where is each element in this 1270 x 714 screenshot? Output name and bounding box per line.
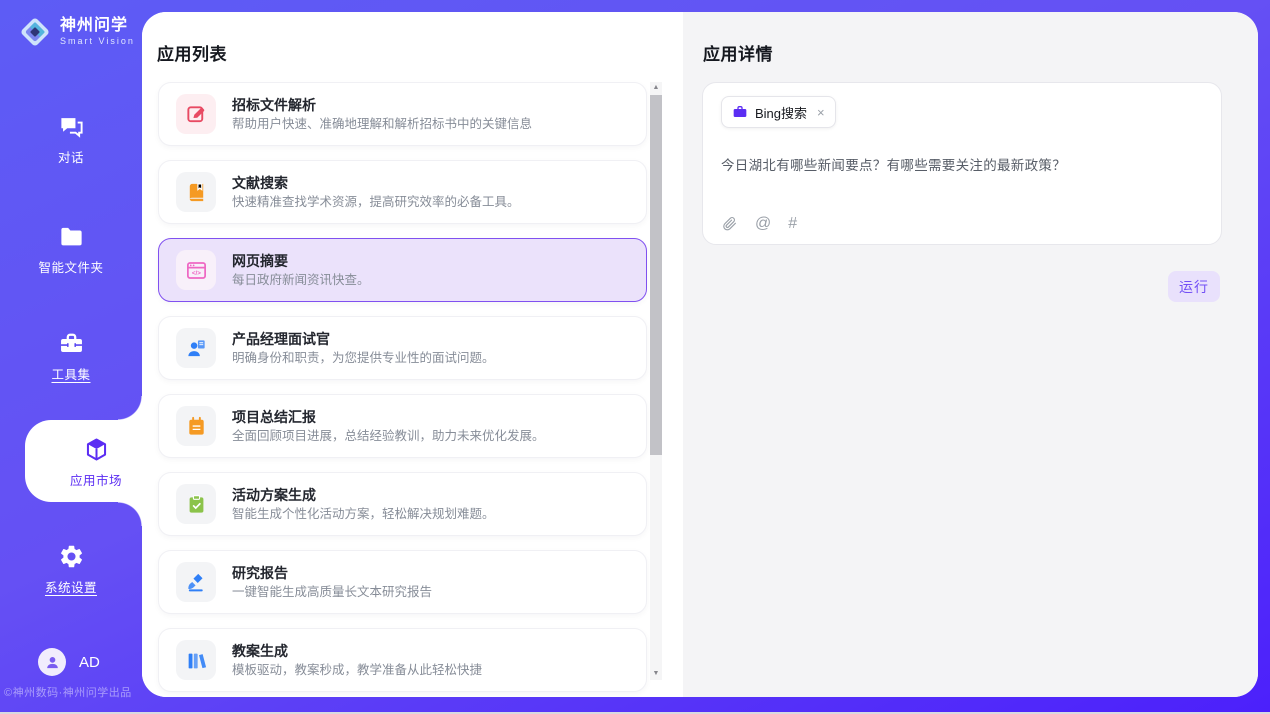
app-card-list: 招标文件解析帮助用户快速、准确地理解和解析招标书中的关键信息文献搜索快速精准查找… xyxy=(158,82,647,697)
microscope-icon xyxy=(176,562,216,602)
user-initials: AD xyxy=(79,654,100,671)
tool-chip-bing-search[interactable]: Bing搜索 × xyxy=(721,96,836,128)
scrollbar-down-arrow[interactable]: ▼ xyxy=(650,668,662,680)
sidebar-item-label: 系统设置 xyxy=(45,577,97,596)
app-description: 模板驱动，教案秒成，教学准备从此轻松快捷 xyxy=(232,664,482,677)
app-card-1[interactable]: 招标文件解析帮助用户快速、准确地理解和解析招标书中的关键信息 xyxy=(158,82,647,146)
app-card-2[interactable]: 文献搜索快速精准查找学术资源，提高研究效率的必备工具。 xyxy=(158,160,647,224)
app-description: 帮助用户快速、准确地理解和解析招标书中的关键信息 xyxy=(232,118,532,131)
app-name: 活动方案生成 xyxy=(232,488,495,502)
app-description: 快速精准查找学术资源，提高研究效率的必备工具。 xyxy=(232,196,520,209)
scrollbar[interactable]: ▲ ▼ xyxy=(650,82,662,680)
app-name: 文献搜索 xyxy=(232,176,520,190)
active-nav-highlight: 应用市场 xyxy=(25,420,142,502)
app-card-7[interactable]: 研究报告一键智能生成高质量长文本研究报告 xyxy=(158,550,647,614)
sidebar-item-chat[interactable]: 对话 xyxy=(0,113,142,166)
brand: 神州问学 Smart Vision xyxy=(18,14,135,50)
app-card-8[interactable]: 教案生成模板驱动，教案秒成，教学准备从此轻松快捷 xyxy=(158,628,647,692)
app-card-4[interactable]: 产品经理面试官明确身份和职责，为您提供专业性的面试问题。 xyxy=(158,316,647,380)
scrollbar-thumb[interactable] xyxy=(650,95,662,455)
sidebar-item-smart-folder[interactable]: 智能文件夹 xyxy=(0,223,142,276)
app-description: 全面回顾项目进展，总结经验教训，助力未来优化发展。 xyxy=(232,430,545,443)
gear-icon xyxy=(58,543,85,570)
copyright-footer: ©神州数码·神州问学出品 xyxy=(4,684,154,700)
tool-chip-label: Bing搜索 xyxy=(755,103,807,122)
app-name: 招标文件解析 xyxy=(232,98,532,112)
app-description: 每日政府新闻资讯快查。 xyxy=(232,274,370,287)
browser-code-icon: </> xyxy=(176,250,216,290)
app-card-6[interactable]: 活动方案生成智能生成个性化活动方案，轻松解决规划难题。 xyxy=(158,472,647,536)
sidebar: 神州问学 Smart Vision 对话智能文件夹工具集应用市场系统设置 AD … xyxy=(0,0,142,714)
attachment-toolbar: @ # xyxy=(721,215,1203,232)
sidebar-item-toolset[interactable]: 工具集 xyxy=(0,330,142,383)
books-icon xyxy=(176,640,216,680)
content-frame: 应用列表 招标文件解析帮助用户快速、准确地理解和解析招标书中的关键信息文献搜索快… xyxy=(142,12,1258,697)
paperclip-icon[interactable] xyxy=(721,215,738,232)
app-name: 教案生成 xyxy=(232,644,482,658)
avatar xyxy=(38,648,66,676)
sidebar-item-label: 智能文件夹 xyxy=(38,257,103,276)
prompt-card: Bing搜索 × 今日湖北有哪些新闻要点？有哪些需要关注的最新政策？ @ # xyxy=(702,82,1222,245)
cube-icon xyxy=(83,436,110,463)
app-detail-title: 应用详情 xyxy=(703,40,773,65)
scrollbar-up-arrow[interactable]: ▲ xyxy=(650,82,662,94)
user-account[interactable]: AD xyxy=(38,648,100,676)
folder-icon xyxy=(58,223,85,250)
interviewer-icon xyxy=(176,328,216,368)
prompt-input[interactable]: 今日湖北有哪些新闻要点？有哪些需要关注的最新政策？ xyxy=(721,154,1203,174)
brand-tagline: Smart Vision xyxy=(60,37,135,47)
at-sign-icon[interactable]: @ xyxy=(755,216,771,232)
notepad-icon xyxy=(176,406,216,446)
app-detail-panel: 应用详情 Bing搜索 × 今日湖北有哪些新闻要点？有哪些需要关注的最新政策？ … xyxy=(683,12,1258,697)
sidebar-item-label: 工具集 xyxy=(51,364,90,383)
app-description: 一键智能生成高质量长文本研究报告 xyxy=(232,586,432,599)
chip-close-icon[interactable]: × xyxy=(817,106,825,119)
person-icon xyxy=(44,654,61,671)
sidebar-item-settings[interactable]: 系统设置 xyxy=(0,543,142,596)
hash-icon[interactable]: # xyxy=(788,216,797,232)
book-icon xyxy=(176,172,216,212)
sidebar-item-label: 对话 xyxy=(58,147,84,166)
briefcase-icon xyxy=(732,104,748,120)
sidebar-item-label: 应用市场 xyxy=(70,470,122,489)
app-name: 产品经理面试官 xyxy=(232,332,495,346)
app-list-panel: 应用列表 招标文件解析帮助用户快速、准确地理解和解析招标书中的关键信息文献搜索快… xyxy=(142,12,683,697)
app-description: 智能生成个性化活动方案，轻松解决规划难题。 xyxy=(232,508,495,521)
run-button[interactable]: 运行 xyxy=(1168,271,1220,302)
brand-logo-icon xyxy=(18,14,52,50)
app-name: 项目总结汇报 xyxy=(232,410,545,424)
toolbox-icon xyxy=(58,330,85,357)
svg-text:</>: </> xyxy=(191,270,200,277)
app-list-title: 应用列表 xyxy=(157,40,227,65)
app-name: 研究报告 xyxy=(232,566,432,580)
chat-icon xyxy=(58,113,85,140)
app-name: 网页摘要 xyxy=(232,254,370,268)
app-card-3[interactable]: </> 网页摘要每日政府新闻资讯快查。 xyxy=(158,238,647,302)
app-description: 明确身份和职责，为您提供专业性的面试问题。 xyxy=(232,352,495,365)
doc-edit-icon xyxy=(176,94,216,134)
brand-name: 神州问学 xyxy=(60,17,135,35)
app-card-5[interactable]: 项目总结汇报全面回顾项目进展，总结经验教训，助力未来优化发展。 xyxy=(158,394,647,458)
clipboard-check-icon xyxy=(176,484,216,524)
